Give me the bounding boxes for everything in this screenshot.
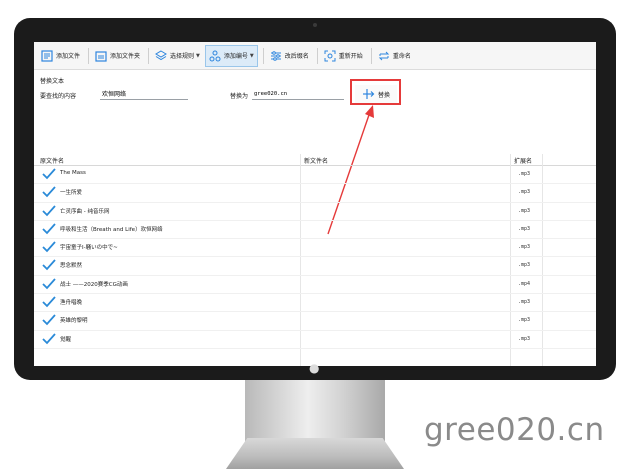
original-filename: 思念默然 xyxy=(60,263,83,270)
table-row[interactable]: 觉醒 .mp3 xyxy=(34,331,596,349)
original-filename: 亡灵序曲 - 纯音乐网 xyxy=(60,208,110,215)
table-row[interactable]: 英雄的黎明 .mp3 xyxy=(34,312,596,331)
watermark: gree020.cn xyxy=(424,412,605,448)
file-extension: .mp3 xyxy=(518,171,531,177)
check-icon xyxy=(42,314,56,326)
layers-icon xyxy=(155,49,168,62)
replace-input[interactable] xyxy=(252,88,344,100)
monitor-base xyxy=(226,438,404,469)
table-row[interactable]: 渔舟唱晚 .mp3 xyxy=(34,294,596,313)
find-input[interactable] xyxy=(100,88,188,100)
file-extension: .mp3 xyxy=(518,244,531,251)
add-file-icon xyxy=(41,49,53,62)
file-extension: .mp3 xyxy=(518,225,531,232)
rename-label: 重命名 xyxy=(392,53,411,60)
toolbar-divider xyxy=(370,47,372,64)
toolbar-divider xyxy=(148,47,150,64)
swap-icon xyxy=(378,50,390,62)
original-filename: 觉醒 xyxy=(60,336,72,343)
file-extension: .mp3 xyxy=(518,317,531,324)
original-filename: 战士 ——2020赛季CG动画 xyxy=(60,281,128,288)
file-extension: .mp3 xyxy=(518,189,531,196)
rename-button[interactable]: 重命名 xyxy=(375,45,414,67)
file-extension: .mp3 xyxy=(518,335,531,342)
file-extension: .mp3 xyxy=(518,207,531,214)
original-filename: 呼吸和生活（Breath and Life）欢恒网络 xyxy=(60,226,163,233)
toolbar: 添加文件 添加文件夹 选择规则 ▼ 添加编号 ▼ 改后缀名 重新开始 重命名 xyxy=(34,42,596,70)
original-filename: 一生所爱 xyxy=(60,190,83,197)
toolbar-divider xyxy=(262,47,264,64)
add-number-label: 添加编号 xyxy=(223,53,248,60)
check-icon xyxy=(42,168,56,180)
table-row[interactable]: 思念默然 .mp3 xyxy=(34,257,596,276)
check-icon xyxy=(42,223,56,235)
toolbar-divider xyxy=(88,47,90,64)
new-name-header[interactable]: 新文件名 xyxy=(304,156,328,165)
check-icon xyxy=(42,204,56,216)
check-icon xyxy=(42,333,56,344)
camera xyxy=(313,23,317,27)
restart-button[interactable]: 重新开始 xyxy=(321,45,366,67)
check-icon xyxy=(42,186,56,198)
chevron-down-icon: ▼ xyxy=(249,52,254,59)
original-filename: 宇宙童子I-騒いの中で~ xyxy=(60,245,118,252)
chevron-down-icon: ▼ xyxy=(196,52,200,59)
change-extension-label: 改后缀名 xyxy=(284,53,309,60)
file-list: The Mass .mp3 一生所爱 .mp3 亡灵序曲 - 纯音乐网 .mp3 呼吸和生活… xyxy=(34,166,596,349)
table-row[interactable]: 呼吸和生活（Breath and Life）欢恒网络 .mp3 xyxy=(34,221,596,240)
file-extension: .mp3 xyxy=(518,299,531,306)
change-extension-button[interactable]: 改后缀名 xyxy=(267,45,312,67)
replace-group-label: 替换文本 xyxy=(40,78,65,85)
number-nodes-icon xyxy=(209,50,221,62)
table-row[interactable]: The Mass .mp3 xyxy=(34,166,596,185)
search-restart-icon xyxy=(324,50,336,62)
add-folder-label: 添加文件夹 xyxy=(110,53,141,60)
toolbar-divider xyxy=(316,47,318,64)
original-name-header[interactable]: 原文件名 xyxy=(40,156,64,165)
add-folder-button[interactable]: 添加文件夹 xyxy=(92,45,143,67)
file-extension: .mp3 xyxy=(518,262,531,269)
monitor-stand xyxy=(245,380,385,442)
table-row[interactable]: 亡灵序曲 - 纯音乐网 .mp3 xyxy=(34,203,596,221)
add-file-button[interactable]: 添加文件 xyxy=(38,45,83,67)
extension-header[interactable]: 扩展名 xyxy=(514,156,532,165)
check-icon xyxy=(42,296,56,308)
select-rule-button[interactable]: 选择规则 ▼ xyxy=(152,45,203,67)
check-icon xyxy=(42,259,56,271)
check-icon xyxy=(42,278,56,290)
replace-with-label: 替换为 xyxy=(230,93,249,100)
monitor-frame: 添加文件 添加文件夹 选择规则 ▼ 添加编号 ▼ 改后缀名 重新开始 重命名 替… xyxy=(14,18,616,380)
add-number-button[interactable]: 添加编号 ▼ xyxy=(204,44,258,67)
restart-label: 重新开始 xyxy=(338,53,363,60)
file-list-header: 原文件名 新文件名 扩展名 xyxy=(34,154,596,166)
table-row[interactable]: 宇宙童子I-騒いの中で~ .mp3 xyxy=(34,239,596,258)
apple-logo-icon: ● xyxy=(309,361,320,375)
check-icon xyxy=(42,241,56,253)
file-extension: .mp4 xyxy=(518,280,531,287)
find-label: 要查找的内容 xyxy=(40,93,77,100)
table-row[interactable]: 一生所爱 .mp3 xyxy=(34,184,596,203)
folder-icon xyxy=(95,50,107,62)
app-window: 添加文件 添加文件夹 选择规则 ▼ 添加编号 ▼ 改后缀名 重新开始 重命名 替… xyxy=(34,42,596,366)
add-file-label: 添加文件 xyxy=(56,53,81,60)
table-row[interactable]: 战士 ——2020赛季CG动画 .mp4 xyxy=(34,276,596,295)
original-filename: The Mass xyxy=(60,170,86,176)
original-filename: 渔舟唱晚 xyxy=(60,300,83,307)
select-rule-label: 选择规则 xyxy=(170,53,195,60)
original-filename: 英雄的黎明 xyxy=(60,318,88,325)
sliders-icon xyxy=(270,50,282,62)
